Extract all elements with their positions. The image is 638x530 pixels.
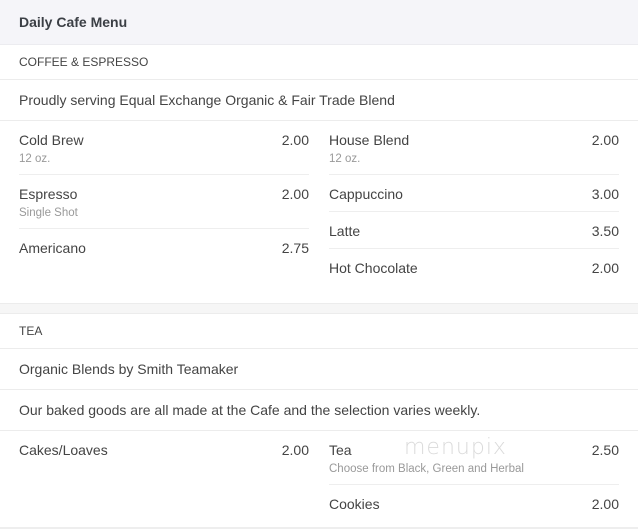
menu-column-left: Cakes/Loaves 2.00: [19, 431, 329, 527]
item-description: Single Shot: [19, 207, 78, 219]
menu-item: House Blend 2.00 12 oz.: [329, 121, 619, 175]
item-name: Cold Brew: [19, 132, 84, 148]
item-name: Cappuccino: [329, 186, 403, 202]
item-name: Hot Chocolate: [329, 260, 418, 276]
watermark-logo: menupix: [404, 435, 507, 460]
menu-item: Cookies 2.00: [329, 485, 619, 521]
item-price: 2.00: [281, 186, 309, 202]
item-price: 2.75: [281, 240, 309, 256]
page-title: Daily Cafe Menu: [19, 14, 128, 30]
menu-item: Cold Brew 2.00 12 oz.: [19, 121, 309, 175]
item-description: 12 oz.: [19, 153, 51, 165]
item-name: Cakes/Loaves: [19, 442, 108, 458]
menu-item: Latte 3.50: [329, 212, 619, 249]
item-name: Americano: [19, 240, 86, 256]
menu-item: Hot Chocolate 2.00: [329, 249, 619, 285]
section-description: Our baked goods are all made at the Cafe…: [0, 390, 638, 431]
item-price: 2.00: [281, 442, 309, 458]
menu-items-grid: Cold Brew 2.00 12 oz. Espresso 2.00 Sing…: [0, 121, 638, 303]
item-price: 2.50: [591, 442, 619, 458]
section-tea: TEA Organic Blends by Smith Teamaker Our…: [0, 314, 638, 529]
item-price: 3.50: [591, 223, 619, 239]
item-name: Cookies: [329, 496, 380, 512]
item-price: 2.00: [591, 496, 619, 512]
menu-item: Americano 2.75: [19, 229, 309, 265]
section-description: Organic Blends by Smith Teamaker: [0, 349, 638, 390]
section-coffee-espresso: COFFEE & ESPRESSO Proudly serving Equal …: [0, 45, 638, 303]
item-name: House Blend: [329, 132, 410, 148]
item-price: 2.00: [591, 260, 619, 276]
item-name: Espresso: [19, 186, 78, 202]
menu-item: Cappuccino 3.00: [329, 175, 619, 212]
item-price: 2.00: [281, 132, 309, 148]
item-description: Choose from Black, Green and Herbal: [329, 463, 524, 475]
section-description: Proudly serving Equal Exchange Organic &…: [0, 80, 638, 121]
item-description: 12 oz.: [329, 153, 361, 165]
section-divider: [0, 303, 638, 314]
item-name: Tea: [329, 442, 352, 458]
menu-items-grid: menupix Cakes/Loaves 2.00 Tea 2.50 Choos…: [0, 431, 638, 529]
menu-column-right: House Blend 2.00 12 oz. Cappuccino 3.00 …: [329, 121, 619, 303]
item-price: 2.00: [591, 132, 619, 148]
section-heading: TEA: [0, 314, 638, 349]
menu-item: Espresso 2.00 Single Shot: [19, 175, 309, 229]
menu-header: Daily Cafe Menu: [0, 0, 638, 45]
item-price: 3.00: [591, 186, 619, 202]
section-heading: COFFEE & ESPRESSO: [0, 45, 638, 80]
menu-column-left: Cold Brew 2.00 12 oz. Espresso 2.00 Sing…: [19, 121, 329, 303]
menu-item: Cakes/Loaves 2.00: [19, 431, 309, 467]
item-name: Latte: [329, 223, 361, 239]
